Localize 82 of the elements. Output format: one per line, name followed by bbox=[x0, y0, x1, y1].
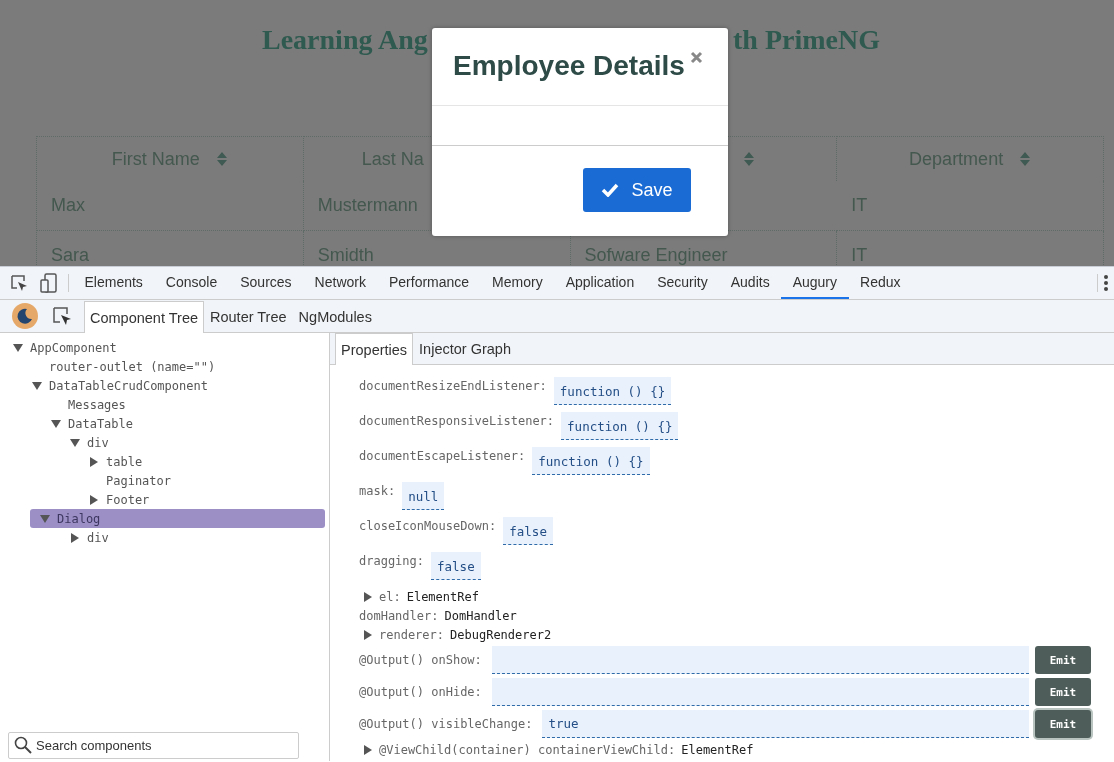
devtools-tab[interactable]: Audits bbox=[719, 267, 782, 299]
table-cell: Mustermann bbox=[317, 195, 418, 216]
dialog-title: Employee Details bbox=[453, 50, 685, 82]
property-value[interactable]: function () {} bbox=[532, 447, 650, 475]
property-name: documentEscapeListener: bbox=[359, 448, 526, 463]
collapsed-arrow-icon[interactable] bbox=[363, 744, 373, 755]
property-name: dragging: bbox=[359, 553, 425, 568]
collapsed-arrow-icon[interactable] bbox=[89, 494, 99, 505]
expanded-arrow-icon[interactable] bbox=[32, 380, 42, 391]
devtools-tab[interactable]: Elements bbox=[73, 267, 155, 299]
property-value[interactable]: function () {} bbox=[553, 377, 672, 405]
tree-item[interactable]: div bbox=[0, 433, 329, 452]
page-title: Learning Ang bbox=[262, 24, 428, 57]
view-tab[interactable]: Component Tree bbox=[84, 301, 204, 333]
tree-item[interactable]: div bbox=[0, 528, 329, 547]
property-type: DomHandler bbox=[444, 608, 517, 623]
emit-button[interactable]: Emit bbox=[1035, 710, 1091, 738]
expanded-arrow-icon[interactable] bbox=[70, 437, 80, 448]
property-name: domHandler: bbox=[359, 608, 439, 623]
expanded-arrow-icon[interactable] bbox=[13, 342, 23, 353]
search-field[interactable]: Search components bbox=[8, 732, 299, 759]
property-value[interactable]: null bbox=[402, 482, 445, 510]
emit-button[interactable]: Emit bbox=[1035, 646, 1091, 674]
devtools-tab[interactable]: Redux bbox=[848, 267, 912, 299]
property-name: closeIconMouseDown: bbox=[359, 518, 497, 533]
devtools-tab[interactable]: Performance bbox=[377, 267, 481, 299]
tree-item[interactable]: router-outlet (name="") bbox=[0, 357, 329, 376]
collapsed-arrow-icon[interactable] bbox=[363, 591, 373, 602]
view-tab[interactable]: NgModules bbox=[292, 301, 378, 332]
tree-item[interactable]: Dialog bbox=[30, 509, 325, 528]
tree-item[interactable]: AppComponent bbox=[0, 338, 329, 357]
tree-item[interactable]: table bbox=[0, 452, 329, 471]
detail-tab[interactable]: Injector Graph bbox=[413, 333, 517, 364]
close-icon[interactable] bbox=[690, 51, 703, 64]
property-type: DebugRenderer2 bbox=[450, 627, 552, 642]
tree-item[interactable]: Messages bbox=[0, 395, 329, 414]
property-value[interactable]: function () {} bbox=[561, 412, 679, 440]
tree-item[interactable]: Footer bbox=[0, 490, 329, 509]
device-icon[interactable] bbox=[40, 273, 58, 293]
table-cell: Sofware Engineer bbox=[584, 245, 728, 266]
collapsed-arrow-icon[interactable] bbox=[363, 629, 373, 640]
more-icon[interactable] bbox=[1103, 274, 1109, 292]
devtools-tab[interactable]: Sources bbox=[228, 267, 304, 299]
detail-tab[interactable]: Properties bbox=[335, 333, 414, 365]
devtools-tab[interactable]: Application bbox=[554, 267, 646, 299]
table-cell: Max bbox=[51, 195, 85, 216]
devtools-tab[interactable]: Security bbox=[645, 267, 720, 299]
property-type: ElementRef bbox=[681, 742, 754, 757]
property-name: documentResponsiveListener: bbox=[359, 413, 555, 428]
moon-icon[interactable] bbox=[12, 303, 38, 329]
collapsed-arrow-icon[interactable] bbox=[70, 532, 80, 543]
property-value[interactable]: false bbox=[503, 517, 553, 545]
property-name: @Output() visibleChange: bbox=[359, 717, 533, 731]
tree-item[interactable]: DataTable bbox=[0, 414, 329, 433]
output-value-field[interactable] bbox=[491, 678, 1029, 706]
property-name: documentResizeEndListener: bbox=[359, 378, 547, 393]
devtools-tab[interactable]: Console bbox=[154, 267, 229, 299]
search-icon bbox=[14, 736, 32, 754]
inspect-icon[interactable] bbox=[52, 306, 72, 326]
save-button[interactable]: Save bbox=[583, 168, 691, 212]
page-title: th PrimeNG bbox=[733, 24, 880, 57]
output-value-field[interactable]: true bbox=[542, 710, 1029, 738]
collapsed-arrow-icon[interactable] bbox=[89, 456, 99, 467]
expanded-arrow-icon[interactable] bbox=[51, 418, 61, 429]
inspect-icon[interactable] bbox=[10, 274, 28, 292]
view-tab[interactable]: Router Tree bbox=[204, 301, 293, 332]
tree-item[interactable]: DataTableCrudComponent bbox=[0, 376, 329, 395]
property-name: el: bbox=[379, 589, 401, 604]
property-name: mask: bbox=[359, 483, 396, 498]
tree-item[interactable]: Paginator bbox=[0, 471, 329, 490]
property-name: @ViewChild(container) containerViewChild: bbox=[379, 742, 676, 757]
table-cell: Sara bbox=[51, 245, 90, 266]
property-value[interactable]: false bbox=[431, 552, 481, 580]
property-name: @Output() onShow: bbox=[359, 653, 482, 667]
output-value-field[interactable] bbox=[491, 646, 1029, 674]
devtools-tab[interactable]: Network bbox=[303, 267, 378, 299]
check-icon bbox=[601, 183, 620, 197]
property-type: ElementRef bbox=[406, 589, 479, 604]
emit-button[interactable]: Emit bbox=[1035, 678, 1091, 706]
property-name: @Output() onHide: bbox=[359, 685, 482, 699]
property-name: renderer: bbox=[379, 627, 445, 642]
devtools-tab[interactable]: Memory bbox=[480, 267, 555, 299]
